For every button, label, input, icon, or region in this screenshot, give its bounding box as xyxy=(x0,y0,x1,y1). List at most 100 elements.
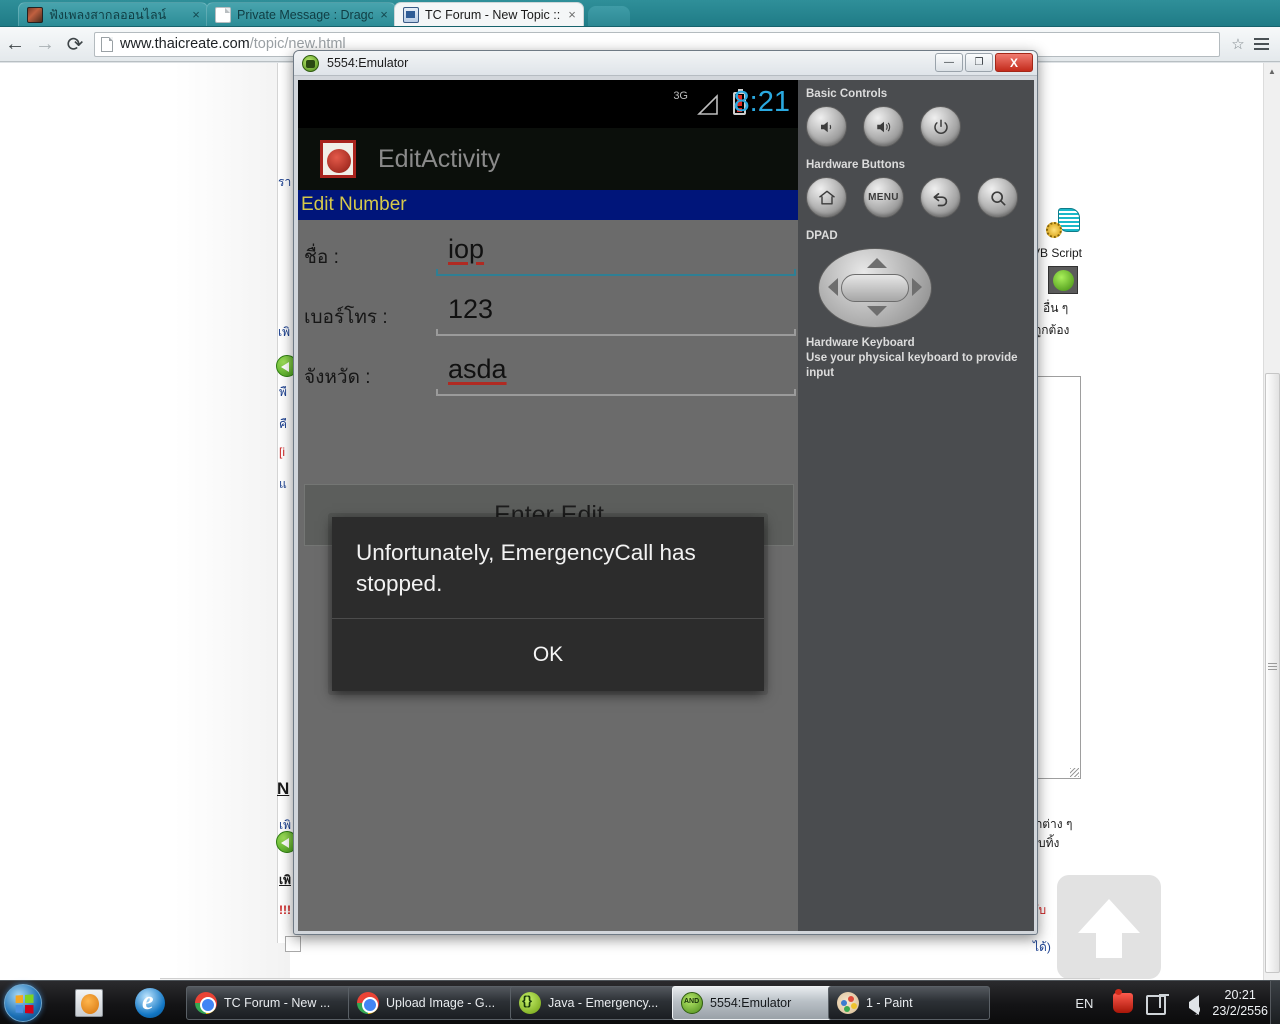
page-scrollbar[interactable]: ▲ xyxy=(1263,63,1280,980)
province-input[interactable]: asda xyxy=(436,348,796,408)
action-center-flag-icon[interactable] xyxy=(1113,989,1134,1013)
page-text: รา xyxy=(278,175,292,189)
hardware-keyboard-hint: Use your physical keyboard to provide in… xyxy=(806,352,1018,379)
page-text: !!! xyxy=(279,903,291,917)
app-title: EditActivity xyxy=(378,144,501,173)
hardware-keyboard-title: Hardware Keyboard xyxy=(806,337,915,349)
show-desktop-button[interactable] xyxy=(1270,981,1280,1024)
phone-screen[interactable]: 3G 8:21 EditActivity Edit Number ชื่อ : xyxy=(298,80,798,931)
forum-icon xyxy=(403,7,419,23)
browser-tab-2[interactable]: TC Forum - New Topic :: × xyxy=(394,2,584,27)
power-icon[interactable] xyxy=(920,106,961,147)
page-text: ได้) xyxy=(1033,940,1051,954)
scrollbar-thumb[interactable] xyxy=(1265,373,1280,973)
vbscript-icon[interactable] xyxy=(1046,208,1080,238)
dialog-ok-button[interactable]: OK xyxy=(332,619,764,691)
page-text: เพิ xyxy=(279,873,292,887)
scrollbar-grip xyxy=(1268,663,1277,671)
page-text: คื xyxy=(279,417,288,431)
tab-close-icon[interactable]: × xyxy=(189,8,203,22)
input-underline xyxy=(436,269,796,276)
dpad-left-icon[interactable] xyxy=(828,278,838,296)
tab-label: TC Forum - New Topic :: xyxy=(425,8,561,22)
back-icon[interactable] xyxy=(920,177,961,218)
paint-icon xyxy=(837,992,859,1014)
taskbar-clock[interactable]: 20:21 23/2/2556 xyxy=(1212,987,1268,1019)
maximize-button[interactable]: ❐ xyxy=(965,53,993,72)
android-status-bar: 3G 8:21 xyxy=(298,80,798,128)
volume-down-icon[interactable] xyxy=(806,106,847,147)
taskbar-button-0[interactable]: TC Forum - New ... xyxy=(186,986,358,1020)
system-tray: EN 20:21 23/2/2556 xyxy=(1075,981,1280,1024)
hardware-buttons-row: MENU xyxy=(806,177,1034,218)
reload-button[interactable]: ⟳ xyxy=(60,29,90,59)
app-title-bar: EditActivity xyxy=(298,128,798,190)
taskbar-button-2[interactable]: Java - Emergency... xyxy=(510,986,682,1020)
browser-tab-0[interactable]: ฟังเพลงสากลออนไลน์ × xyxy=(18,2,208,27)
screen-root: ฟังเพลงสากลออนไลน์ × Private Message : D… xyxy=(0,0,1280,1024)
page-text: กต่าง ๆ xyxy=(1035,817,1073,831)
page-checkbox[interactable] xyxy=(285,936,301,952)
menu-button[interactable]: MENU xyxy=(863,177,904,218)
page-textarea[interactable] xyxy=(1037,376,1081,779)
form-row-name: ชื่อ : iop xyxy=(298,228,798,288)
tab-close-icon[interactable]: × xyxy=(565,8,579,22)
crash-dialog-message: Unfortunately, EmergencyCall has stopped… xyxy=(356,540,696,596)
dpad-center-button[interactable] xyxy=(841,274,909,302)
field-label-phone: เบอร์โทร : xyxy=(304,307,388,328)
basic-controls-label: Basic Controls xyxy=(806,88,888,100)
crash-dialog: Unfortunately, EmergencyCall has stopped… xyxy=(332,517,764,691)
volume-icon[interactable] xyxy=(1179,994,1201,1015)
browser-tab-1[interactable]: Private Message : DragonZ × xyxy=(206,2,396,27)
bookmark-star-icon[interactable]: ☆ xyxy=(1228,35,1248,53)
taskbar-button-4[interactable]: 1 - Paint xyxy=(828,986,990,1020)
internet-explorer-icon[interactable] xyxy=(135,986,165,1018)
start-button[interactable] xyxy=(4,984,42,1022)
dpad-down-icon[interactable] xyxy=(867,306,887,316)
windows-media-player-icon[interactable] xyxy=(75,989,103,1017)
field-label-province: จังหวัด : xyxy=(304,367,371,388)
window-controls: — ❐ X xyxy=(935,53,1033,72)
dialog-ok-label: OK xyxy=(532,643,564,666)
province-input-value: asda xyxy=(448,354,507,384)
search-icon[interactable] xyxy=(977,177,1018,218)
input-underline xyxy=(436,389,796,396)
page-text: พื xyxy=(279,385,287,399)
tab-close-icon[interactable]: × xyxy=(377,8,391,22)
new-tab-button[interactable] xyxy=(588,6,630,26)
tab-label: Private Message : DragonZ xyxy=(237,8,373,22)
taskbar-button-3[interactable]: 5554:Emulator xyxy=(672,986,834,1020)
page-info-icon xyxy=(101,36,113,52)
taskbar-button-1[interactable]: Upload Image - G... xyxy=(348,986,520,1020)
field-label-name: ชื่อ : xyxy=(304,247,339,268)
volume-up-icon[interactable] xyxy=(863,106,904,147)
name-input[interactable]: iop xyxy=(436,228,796,288)
taskbar-button-label: Upload Image - G... xyxy=(386,996,496,1010)
clock-time: 20:21 xyxy=(1224,988,1256,1002)
dpad-right-icon[interactable] xyxy=(912,278,922,296)
clock-date: 23/2/2556 xyxy=(1212,1004,1268,1018)
dpad-up-icon[interactable] xyxy=(867,258,887,268)
tab-label: ฟังเพลงสากลออนไลน์ xyxy=(49,8,167,22)
scroll-up-icon[interactable]: ▲ xyxy=(1264,63,1280,80)
close-button[interactable]: X xyxy=(995,53,1033,72)
taskbar-button-label: TC Forum - New ... xyxy=(224,996,331,1010)
network-icon[interactable] xyxy=(1146,993,1170,1015)
hardware-keyboard-info: Hardware Keyboard Use your physical keyb… xyxy=(806,336,1034,381)
emulator-title-bar[interactable]: 5554:Emulator — ❐ X xyxy=(294,51,1037,76)
dpad-control[interactable] xyxy=(818,248,932,328)
hamburger-icon[interactable] xyxy=(1248,38,1274,50)
page-text: บทิ้ง xyxy=(1038,836,1060,850)
minimize-button[interactable]: — xyxy=(935,53,963,72)
chrome-icon xyxy=(195,992,217,1014)
phone-input[interactable]: 123 xyxy=(436,288,796,348)
forward-button[interactable]: → xyxy=(30,29,60,59)
home-icon[interactable] xyxy=(806,177,847,218)
language-indicator[interactable]: EN xyxy=(1075,996,1093,1011)
signal-icon xyxy=(697,94,718,115)
other-category-icon[interactable] xyxy=(1048,266,1078,294)
phone-input-value: 123 xyxy=(448,294,494,324)
back-button[interactable]: ← xyxy=(0,29,30,59)
back-to-top-button[interactable] xyxy=(1057,875,1161,979)
up-arrow-icon xyxy=(1078,899,1140,933)
